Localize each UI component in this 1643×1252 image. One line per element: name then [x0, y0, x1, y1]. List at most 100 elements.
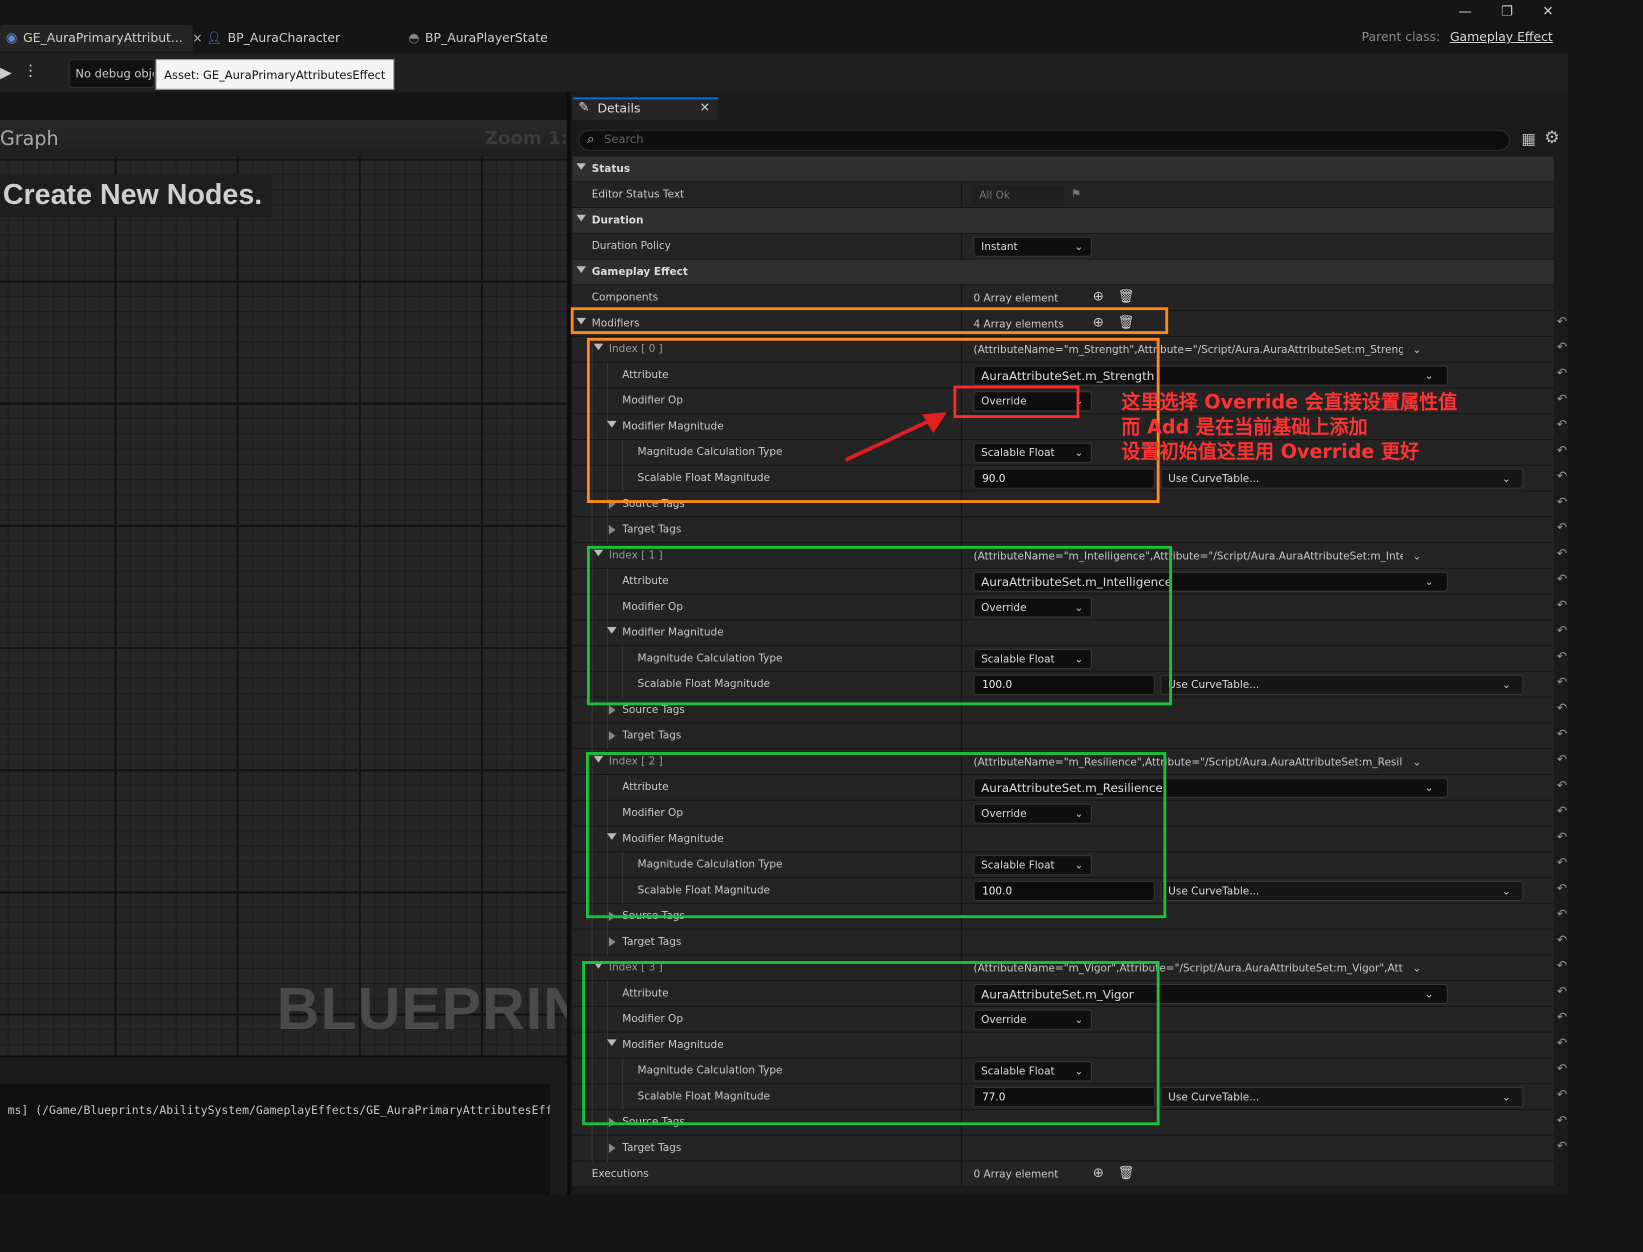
reset-to-default-icon[interactable]: ↶ — [1557, 676, 1567, 690]
more-options-icon[interactable]: ⋮ — [23, 61, 38, 79]
expand-arrow-icon[interactable] — [608, 731, 616, 741]
add-element-icon[interactable]: ⊕ — [1093, 289, 1104, 304]
property-label: Target Tags — [622, 523, 682, 536]
index-2-highlight-box — [586, 752, 1167, 919]
annotation-arrow — [844, 412, 947, 462]
duration-policy-dropdown[interactable]: Instant ⌄ — [973, 236, 1092, 257]
reset-to-default-icon[interactable]: ↶ — [1557, 1011, 1567, 1025]
reset-to-default-icon[interactable]: ↶ — [1557, 701, 1567, 715]
chevron-down-icon: ⌄ — [1502, 472, 1511, 485]
reset-to-default-icon[interactable]: ↶ — [1557, 985, 1567, 999]
reset-to-default-icon[interactable]: ↶ — [1557, 315, 1567, 329]
reset-to-default-icon[interactable]: ↶ — [1557, 444, 1567, 458]
chevron-down-icon[interactable]: ⌄ — [1413, 962, 1422, 974]
restore-button[interactable]: ❐ — [1487, 0, 1527, 23]
reset-to-default-icon[interactable]: ↶ — [1557, 805, 1567, 819]
curve-table-dropdown[interactable]: Use CurveTable... ⌄ — [1160, 468, 1524, 489]
reset-to-default-icon[interactable]: ↶ — [1557, 521, 1567, 535]
reset-to-default-icon[interactable]: ↶ — [1557, 341, 1567, 355]
reset-to-default-icon[interactable]: ↶ — [1557, 830, 1567, 844]
gear-icon[interactable]: ⚙ — [1544, 128, 1559, 148]
reset-to-default-icon[interactable]: ↶ — [1557, 1088, 1567, 1102]
tab-label: BP_AuraPlayerState — [425, 31, 548, 46]
property-editor-status-text: Editor Status Text All Ok ⚑ — [572, 182, 1554, 209]
close-icon[interactable]: ✕ — [700, 101, 710, 115]
reset-to-default-icon[interactable]: ↶ — [1557, 753, 1567, 767]
trash-icon[interactable]: 🗑︎ — [1118, 289, 1135, 304]
play-icon[interactable]: ▶ — [0, 63, 12, 81]
curve-table-dropdown[interactable]: Use CurveTable... ⌄ — [1160, 1087, 1524, 1108]
chevron-down-icon[interactable]: ⌄ — [1413, 550, 1422, 562]
status-value: All Ok — [971, 185, 1064, 206]
reset-to-default-icon[interactable]: ↶ — [1557, 1036, 1567, 1050]
collapse-arrow-icon[interactable] — [576, 266, 587, 273]
reset-to-default-icon[interactable]: ↶ — [1557, 908, 1567, 922]
annotation-line: 而 Add 是在当前基础上添加 — [1121, 415, 1368, 439]
output-log: ms] (/Game/Blueprints/AbilitySystem/Game… — [0, 1084, 550, 1195]
asset-tooltip: Asset: GE_AuraPrimaryAttributesEffect — [155, 59, 394, 90]
reset-to-default-icon[interactable]: ↶ — [1557, 1140, 1567, 1154]
reset-to-default-icon[interactable]: ↶ — [1557, 650, 1567, 664]
annotation-line: 这里选择 Override 会直接设置属性值 — [1121, 390, 1458, 414]
collapse-arrow-icon[interactable] — [576, 163, 587, 170]
reset-to-default-icon[interactable]: ↶ — [1557, 470, 1567, 484]
category-status[interactable]: Status — [572, 156, 1554, 183]
reset-to-default-icon[interactable]: ↶ — [1557, 392, 1567, 406]
reset-to-default-icon[interactable]: ↶ — [1557, 547, 1567, 561]
dropdown-value: Use CurveTable... — [1168, 884, 1260, 898]
expand-arrow-icon[interactable] — [608, 1143, 616, 1153]
trash-icon[interactable]: 🗑︎ — [1118, 1165, 1135, 1180]
close-window-button[interactable]: ✕ — [1528, 0, 1568, 23]
chevron-down-icon[interactable]: ⌄ — [1413, 344, 1422, 356]
reset-to-default-icon[interactable]: ↶ — [1557, 573, 1567, 587]
reset-to-default-icon[interactable]: ↶ — [1557, 1114, 1567, 1128]
category-duration[interactable]: Duration — [572, 208, 1554, 234]
index-3-highlight-box — [582, 961, 1160, 1126]
tab-bp-aura-player-state[interactable]: ◓ BP_AuraPlayerState — [408, 25, 547, 52]
reset-to-default-icon[interactable]: ↶ — [1557, 856, 1567, 870]
gameplay-effect-icon: ◉ — [5, 30, 18, 46]
expand-arrow-icon[interactable] — [608, 937, 616, 947]
reset-to-default-icon[interactable]: ↶ — [1557, 727, 1567, 741]
graph-canvas[interactable] — [0, 120, 567, 1056]
annotation-line: 设置初始值这里用 Override 更好 — [1121, 439, 1420, 463]
category-gameplay-effect[interactable]: Gameplay Effect — [572, 259, 1554, 286]
tab-gameplay-effect[interactable]: ◉ GE_AuraPrimaryAttribut... × — [0, 24, 203, 52]
reset-to-default-icon[interactable]: ↶ — [1557, 779, 1567, 793]
search-input[interactable]: ⌕ Search — [578, 129, 1510, 151]
array-count: 0 Array element — [973, 1168, 1059, 1181]
search-placeholder: Search — [604, 132, 644, 147]
expand-arrow-icon[interactable] — [608, 705, 616, 715]
layout-icon[interactable]: ▦ — [1521, 130, 1535, 148]
reset-to-default-icon[interactable]: ↶ — [1557, 933, 1567, 947]
dropdown-value: Use CurveTable... — [1168, 678, 1260, 691]
close-tab-icon[interactable]: × — [192, 31, 202, 45]
property-target-tags: Target Tags ↶ — [572, 723, 1567, 750]
reset-to-default-icon[interactable]: ↶ — [1557, 959, 1567, 973]
reset-to-default-icon[interactable]: ↶ — [1557, 598, 1567, 612]
parent-class-link[interactable]: Gameplay Effect — [1450, 31, 1553, 45]
reset-to-default-icon[interactable]: ↶ — [1557, 882, 1567, 896]
tab-details[interactable]: ✎ Details ✕ — [572, 97, 718, 121]
curve-table-dropdown[interactable]: Use CurveTable... ⌄ — [1160, 674, 1524, 695]
tab-bp-aura-character[interactable]: 👤︎ BP_AuraCharacter — [206, 25, 340, 52]
reset-to-default-icon[interactable]: ↶ — [1557, 495, 1567, 509]
flag-icon: ⚑ — [1070, 187, 1082, 201]
reset-to-default-icon[interactable]: ↶ — [1557, 1062, 1567, 1076]
property-target-tags: Target Tags ↶ — [572, 517, 1567, 544]
reset-to-default-icon[interactable]: ↶ — [1557, 418, 1567, 432]
character-icon: 👤︎ — [206, 31, 222, 46]
chevron-down-icon: ⌄ — [1424, 575, 1434, 588]
reset-to-default-icon[interactable]: ↶ — [1557, 366, 1567, 380]
reset-to-default-icon[interactable]: ↶ — [1557, 624, 1567, 638]
minimize-button[interactable]: — — [1445, 0, 1485, 23]
collapse-arrow-icon[interactable] — [576, 214, 587, 222]
curve-table-dropdown[interactable]: Use CurveTable... ⌄ — [1160, 880, 1524, 901]
add-element-icon[interactable]: ⊕ — [1093, 1165, 1104, 1180]
expand-arrow-icon[interactable] — [608, 524, 616, 535]
chevron-down-icon: ⌄ — [1502, 1090, 1511, 1104]
dropdown-value: Use CurveTable... — [1168, 1090, 1260, 1104]
parent-class-label: Parent class: — [1361, 30, 1441, 45]
debug-object-combo[interactable]: No debug obje — [68, 59, 155, 88]
chevron-down-icon[interactable]: ⌄ — [1413, 756, 1422, 768]
